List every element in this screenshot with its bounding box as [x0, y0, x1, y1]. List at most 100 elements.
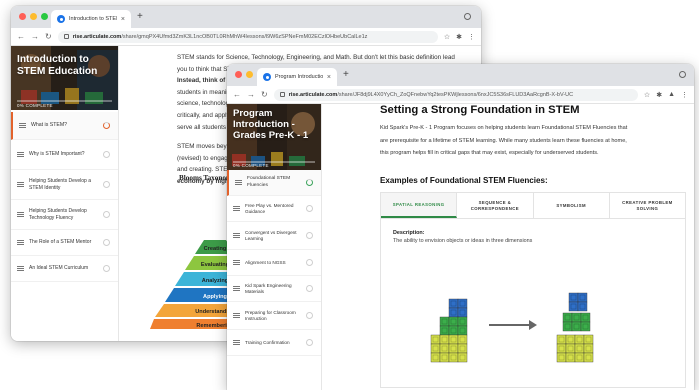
intro-paragraph: Kid Spark's Pre-K - 1 Program focuses on…: [380, 122, 690, 160]
sidebar-item-classroom-instruction[interactable]: Preparing for Classroom Instruction: [227, 302, 321, 330]
maximize-window-button[interactable]: [41, 13, 48, 20]
description-text: The ability to envision objects or ideas…: [393, 238, 533, 244]
course-hero: Program Introduction - Grades Pre-K - 1 …: [227, 104, 321, 170]
lesson-icon: [17, 212, 24, 217]
arrow-icon: [489, 320, 537, 330]
sidebar-item-technology-fluency[interactable]: Helping Students Develop Technology Flue…: [11, 200, 118, 230]
favicon-icon: [263, 73, 271, 81]
text-line: this program helps fill in critical gaps…: [380, 150, 599, 157]
back-icon[interactable]: ←: [233, 90, 241, 99]
sidebar-item-label: Foundational STEM Fluencies: [247, 176, 291, 188]
sidebar-item-ngss[interactable]: Alignment to NGSS: [227, 250, 321, 276]
course-sidebar: Introduction to STEM Education 0% COMPLE…: [11, 46, 119, 341]
sidebar-item-label: Free Play vs. Mentored Guidance: [245, 202, 294, 214]
bookmark-star-icon[interactable]: ☆: [444, 33, 450, 41]
lesson-icon: [17, 240, 24, 245]
sidebar-item-training-confirmation[interactable]: Training Confirmation: [227, 330, 321, 356]
course-sidebar: Program Introduction - Grades Pre-K - 1 …: [227, 104, 322, 390]
browser-tab[interactable]: Program Introduction - Grades ×: [257, 68, 337, 86]
back-icon[interactable]: ←: [17, 32, 25, 41]
cube-structure-right: [556, 292, 594, 363]
lesson-icon: [233, 260, 240, 265]
lesson-icon: [233, 233, 240, 238]
lesson-icon: [17, 182, 24, 187]
tab-creative-problem-solving[interactable]: CREATIVE PROBLEM SOLVING: [610, 193, 685, 218]
section-heading: Examples of Foundational STEM Fluencies:: [380, 176, 548, 185]
tab-symbolism[interactable]: SYMBOLISM: [534, 193, 610, 218]
progress-circle-icon: [306, 232, 313, 239]
progress-circle-icon: [103, 211, 110, 218]
progress-circle-icon: [306, 312, 313, 319]
pyramid-label: Analyzing: [202, 278, 229, 284]
sidebar-item-stem-identity[interactable]: Helping Students Develop a STEM Identity: [11, 170, 118, 200]
tab-spatial-reasoning[interactable]: SPATIAL REASONING: [381, 193, 458, 218]
sidebar-item-label: What is STEM?: [31, 122, 68, 129]
sidebar-item-engineering-materials[interactable]: Kid Spark Engineering Materials: [227, 276, 321, 302]
spatial-reasoning-illustration: [430, 292, 594, 363]
sidebar-item-stem-mentor[interactable]: The Role of a STEM Mentor: [11, 230, 118, 256]
page-title: Setting a Strong Foundation in STEM: [380, 104, 580, 116]
tab-title: Introduction to STEM Educatio: [69, 16, 117, 22]
url-path: /share/gmqPX4Ufmd3ZmK3L1ncOB0TL0RhMhW4Ie…: [121, 33, 368, 40]
browser-tab[interactable]: Introduction to STEM Educatio ×: [51, 10, 131, 28]
minimize-window-button[interactable]: [30, 13, 37, 20]
cube-structure-left: [430, 298, 468, 363]
sidebar-item-free-play[interactable]: Free Play vs. Mentored Guidance: [227, 196, 321, 222]
sidebar-item-foundational-fluencies[interactable]: Foundational STEM Fluencies: [227, 170, 321, 196]
sidebar-item-label: An Ideal STEM Curriculum: [29, 265, 89, 272]
close-window-button[interactable]: [235, 71, 242, 78]
lesson-icon: [233, 340, 240, 345]
progress-bar: [17, 100, 112, 102]
sidebar-item-stem-curriculum[interactable]: An Ideal STEM Curriculum: [11, 256, 118, 282]
progress-circle-icon: [103, 265, 110, 272]
minimize-window-button[interactable]: [246, 71, 253, 78]
progress-label: 0% COMPLETE: [17, 103, 53, 108]
close-tab-icon[interactable]: ×: [327, 74, 331, 81]
close-window-button[interactable]: [19, 13, 26, 20]
reload-icon[interactable]: ↻: [261, 90, 268, 99]
sidebar-item-label: Preparing for Classroom Instruction: [245, 309, 296, 321]
pyramid-label: Applying: [203, 294, 228, 300]
lesson-icon: [235, 180, 242, 185]
sidebar-item-label: Convergent vs Divergent Learning: [245, 229, 297, 241]
sidebar-item-convergent-divergent[interactable]: Convergent vs Divergent Learning: [227, 222, 321, 250]
progress-circle-icon: [103, 239, 110, 246]
fluency-tabs: SPATIAL REASONING SEQUENCE & CORRESPONDE…: [380, 192, 686, 388]
sidebar-item-why-stem[interactable]: Why is STEM Important?: [11, 140, 118, 170]
sidebar-item-label: Helping Students Develop Technology Flue…: [29, 208, 87, 221]
tab-bar: Introduction to STEM Educatio × +: [11, 6, 481, 28]
new-tab-button[interactable]: +: [137, 11, 143, 22]
pyramid-label: Creating: [204, 246, 227, 252]
url-field[interactable]: rise.articulate.com /share/gmqPX4Ufmd3Zm…: [57, 30, 438, 43]
reload-icon[interactable]: ↻: [45, 32, 52, 41]
tab-title: Program Introduction - Grades: [275, 74, 323, 80]
close-tab-icon[interactable]: ×: [121, 16, 125, 23]
description-label: Description:: [393, 230, 425, 236]
progress-circle-icon: [306, 339, 313, 346]
tab-sequence-correspondence[interactable]: SEQUENCE & CORRESPONDENCE: [457, 193, 534, 218]
lesson-icon: [19, 123, 26, 128]
extension-icon[interactable]: ✱: [456, 33, 462, 41]
more-menu-icon[interactable]: ⋮: [468, 33, 475, 41]
course-title: Program Introduction - Grades Pre-K - 1: [233, 108, 309, 142]
lock-icon: [63, 34, 69, 39]
progress-circle-icon: [103, 122, 110, 129]
progress-circle-icon: [306, 285, 313, 292]
forward-icon[interactable]: →: [247, 90, 255, 99]
profile-icon[interactable]: [679, 71, 686, 78]
text-line: STEM stands for Science, Technology, Eng…: [177, 54, 455, 61]
progress-circle-icon: [103, 151, 110, 158]
tab-bar: Program Introduction - Grades × +: [227, 64, 694, 86]
course-title: Introduction to STEM Education: [17, 54, 98, 77]
sidebar-item-label: Alignment to NGSS: [245, 259, 286, 265]
favicon-icon: [57, 15, 65, 23]
profile-icon[interactable]: [464, 13, 471, 20]
lesson-icon: [233, 206, 240, 211]
course-hero: Introduction to STEM Education 0% COMPLE…: [11, 46, 118, 110]
lesson-icon: [17, 152, 24, 157]
address-bar: ← → ↻ rise.articulate.com /share/gmqPX4U…: [11, 28, 481, 46]
new-tab-button[interactable]: +: [343, 69, 349, 80]
sidebar-item-what-is-stem[interactable]: What is STEM?: [11, 112, 118, 140]
forward-icon[interactable]: →: [31, 32, 39, 41]
tab-list: SPATIAL REASONING SEQUENCE & CORRESPONDE…: [381, 193, 685, 219]
